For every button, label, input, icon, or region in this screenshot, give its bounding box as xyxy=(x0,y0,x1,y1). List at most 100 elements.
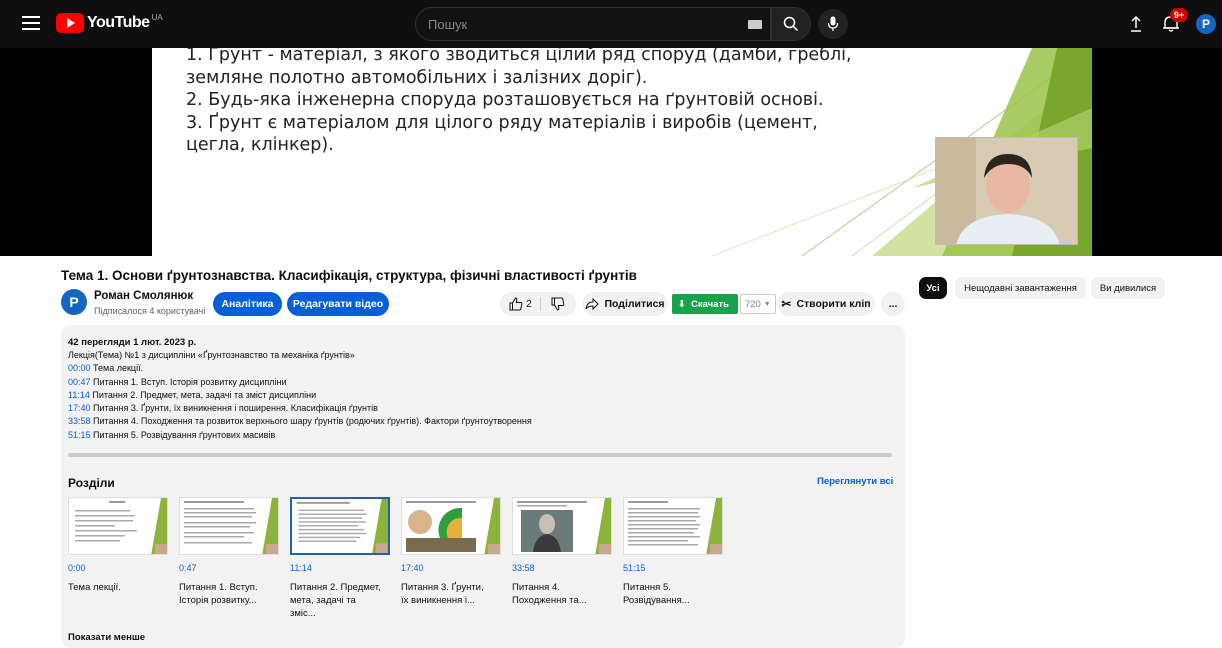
slide-thumbnail-image xyxy=(624,498,722,554)
video-title: Тема 1. Основи ґрунтознавства. Класифіка… xyxy=(61,268,637,283)
view-count-date: 42 перегляди 1 лют. 2023 р. xyxy=(68,337,197,348)
edit-video-button[interactable]: Редагувати відео xyxy=(287,292,389,316)
chapter-label: Питання 5. Розвідування... xyxy=(623,582,690,606)
like-divider xyxy=(540,297,541,311)
chapter-card-active[interactable]: 11:14 Питання 2. Предмет, мета, задачі т… xyxy=(290,497,392,620)
chapter-card[interactable]: 17:40 Питання 3. Ґрунти, їх виникнення і… xyxy=(401,497,503,607)
timestamp-line: 00:00 Тема лекції. xyxy=(68,362,532,375)
thumbs-up-icon[interactable] xyxy=(509,297,523,311)
chapter-card[interactable]: 51:15 Питання 5. Розвідування... xyxy=(623,497,725,607)
scissors-icon: ✂ xyxy=(781,297,792,311)
quality-value: 720 xyxy=(744,298,761,310)
microphone-icon xyxy=(827,16,839,31)
voice-search-button[interactable] xyxy=(818,9,848,39)
chapter-thumbnail xyxy=(623,497,723,555)
share-label: Поділитися xyxy=(604,298,665,310)
timestamp-text: Питання 3. Ґрунти, їх виникнення і пошир… xyxy=(90,403,378,414)
timestamp-link[interactable]: 17:40 xyxy=(68,403,91,413)
view-all-chapters-link[interactable]: Переглянути всі xyxy=(817,476,893,487)
share-icon xyxy=(585,298,600,310)
search-input[interactable] xyxy=(428,16,728,32)
share-button[interactable]: Поділитися xyxy=(582,292,668,316)
search-box xyxy=(415,7,771,41)
timestamp-link[interactable]: 11:14 xyxy=(68,390,90,400)
slide-line: 2. Будь-яка інженерна споруда розташовує… xyxy=(186,90,824,110)
quality-select[interactable]: 720 ▼ xyxy=(739,294,776,314)
timestamp-link[interactable]: 33:58 xyxy=(68,416,91,426)
chapter-label: Тема лекції. xyxy=(68,582,121,593)
description-intro: Лекція(Тема) №1 з дисципліни «Ґрунтознав… xyxy=(68,350,355,360)
chapter-time: 11:14 xyxy=(290,563,312,573)
slide-thumbnail-image xyxy=(402,498,500,554)
thumbs-down-icon[interactable] xyxy=(551,297,565,311)
slide-text: 1. Ґрунт - матеріал, з якого зводиться ц… xyxy=(186,48,852,157)
chapter-thumbnail xyxy=(68,497,168,555)
timestamp-line: 17:40 Питання 3. Ґрунти, їх виникнення і… xyxy=(68,402,532,415)
slide-thumbnail-image xyxy=(180,498,278,554)
channel-avatar[interactable]: P xyxy=(61,289,87,315)
presenter-image xyxy=(936,138,1077,244)
description-text: Лекція(Тема) №1 з дисципліни «Ґрунтознав… xyxy=(68,349,532,442)
slide-line: цегла, клінкер). xyxy=(186,135,334,155)
description-divider xyxy=(68,453,892,457)
slide-thumbnail-image xyxy=(292,499,388,553)
youtube-play-icon xyxy=(56,13,84,33)
filter-chip-all[interactable]: Усі xyxy=(919,277,947,299)
chapter-time: 0:47 xyxy=(179,563,197,573)
subscriber-count: Підписалося 4 користувачі xyxy=(94,306,206,316)
youtube-logo[interactable]: YouTube UA xyxy=(56,13,163,33)
chapter-card[interactable]: 0:47 Питання 1. Вступ. Історія розвитку.… xyxy=(179,497,281,607)
more-actions-button[interactable]: ... xyxy=(881,292,905,316)
create-clip-label: Створити кліп xyxy=(796,298,871,310)
timestamp-line: 33:58 Питання 4. Походження та розвиток … xyxy=(68,415,532,428)
chapter-thumbnail xyxy=(512,497,612,555)
logo-text: YouTube xyxy=(87,14,150,31)
timestamp-link[interactable]: 51:15 xyxy=(68,430,91,440)
timestamp-text: Питання 1. Вступ. Історія розвитку дисци… xyxy=(90,376,287,387)
chevron-down-icon: ▼ xyxy=(763,300,771,308)
show-less-button[interactable]: Показати менше xyxy=(68,632,145,643)
create-clip-button[interactable]: ✂ Створити кліп xyxy=(777,292,875,316)
keyboard-icon[interactable] xyxy=(748,20,762,29)
chapter-label: Питання 2. Предмет, мета, задачі та зміс… xyxy=(290,582,381,619)
more-icon: ... xyxy=(888,298,898,310)
filter-chip-watched[interactable]: Ви дивилися xyxy=(1091,277,1165,299)
description-panel[interactable]: 42 перегляди 1 лют. 2023 р. Лекція(Тема)… xyxy=(61,325,905,648)
account-avatar[interactable]: P xyxy=(1196,14,1216,34)
chapter-card[interactable]: 0:00 Тема лекції. xyxy=(68,497,170,594)
logo-region: UA xyxy=(151,12,163,22)
filter-chip-recent-uploads[interactable]: Нещодавні завантаження xyxy=(955,277,1086,299)
timestamp-text: Тема лекції. xyxy=(90,363,144,374)
timestamp-line: 00:47 Питання 1. Вступ. Історія розвитку… xyxy=(68,376,532,389)
analytics-button[interactable]: Аналітика xyxy=(213,292,282,316)
chapter-label: Питання 1. Вступ. Історія розвитку... xyxy=(179,582,258,606)
chapter-thumbnail xyxy=(290,497,390,555)
timestamp-text: Питання 2. Предмет, мета, задачі та зміс… xyxy=(89,389,317,400)
menu-icon[interactable] xyxy=(22,16,40,30)
chapter-card[interactable]: 33:58 Питання 4. Походження та... xyxy=(512,497,614,607)
chapter-time: 0:00 xyxy=(68,563,86,573)
video-player[interactable]: 1. Ґрунт - матеріал, з якого зводиться ц… xyxy=(0,48,1222,256)
timestamp-link[interactable]: 00:00 xyxy=(68,363,91,373)
chapter-label: Питання 3. Ґрунти, їх виникнення і... xyxy=(401,582,484,606)
top-bar: YouTube UA 9+ P xyxy=(0,0,1222,48)
timestamp-line: 51:15 Питання 5. Розвідування ґрунтових … xyxy=(68,429,532,442)
slide-thumbnail-image xyxy=(513,498,611,554)
download-arrow-icon: ⬇ xyxy=(678,298,686,310)
slide-line: 3. Ґрунт є матеріалом для цілого ряду ма… xyxy=(186,112,818,133)
notifications-badge: 9+ xyxy=(1170,8,1188,22)
chapter-thumbnail xyxy=(401,497,501,555)
upload-icon[interactable] xyxy=(1128,14,1144,34)
presenter-webcam xyxy=(935,137,1078,245)
search-icon xyxy=(783,16,799,32)
channel-name[interactable]: Роман Смолянюк xyxy=(94,290,193,302)
chapters-title: Розділи xyxy=(68,476,115,490)
download-widget: ⬇ Скачать 720 ▼ xyxy=(672,292,776,316)
chapter-thumbnail xyxy=(179,497,279,555)
like-dislike-group: 2 xyxy=(500,292,576,316)
slide-line: земляне полотно автомобільних і залізних… xyxy=(186,67,648,88)
timestamp-link[interactable]: 00:47 xyxy=(68,377,91,387)
like-count: 2 xyxy=(526,298,532,310)
download-button[interactable]: ⬇ Скачать xyxy=(672,294,738,314)
search-button[interactable] xyxy=(771,7,811,41)
